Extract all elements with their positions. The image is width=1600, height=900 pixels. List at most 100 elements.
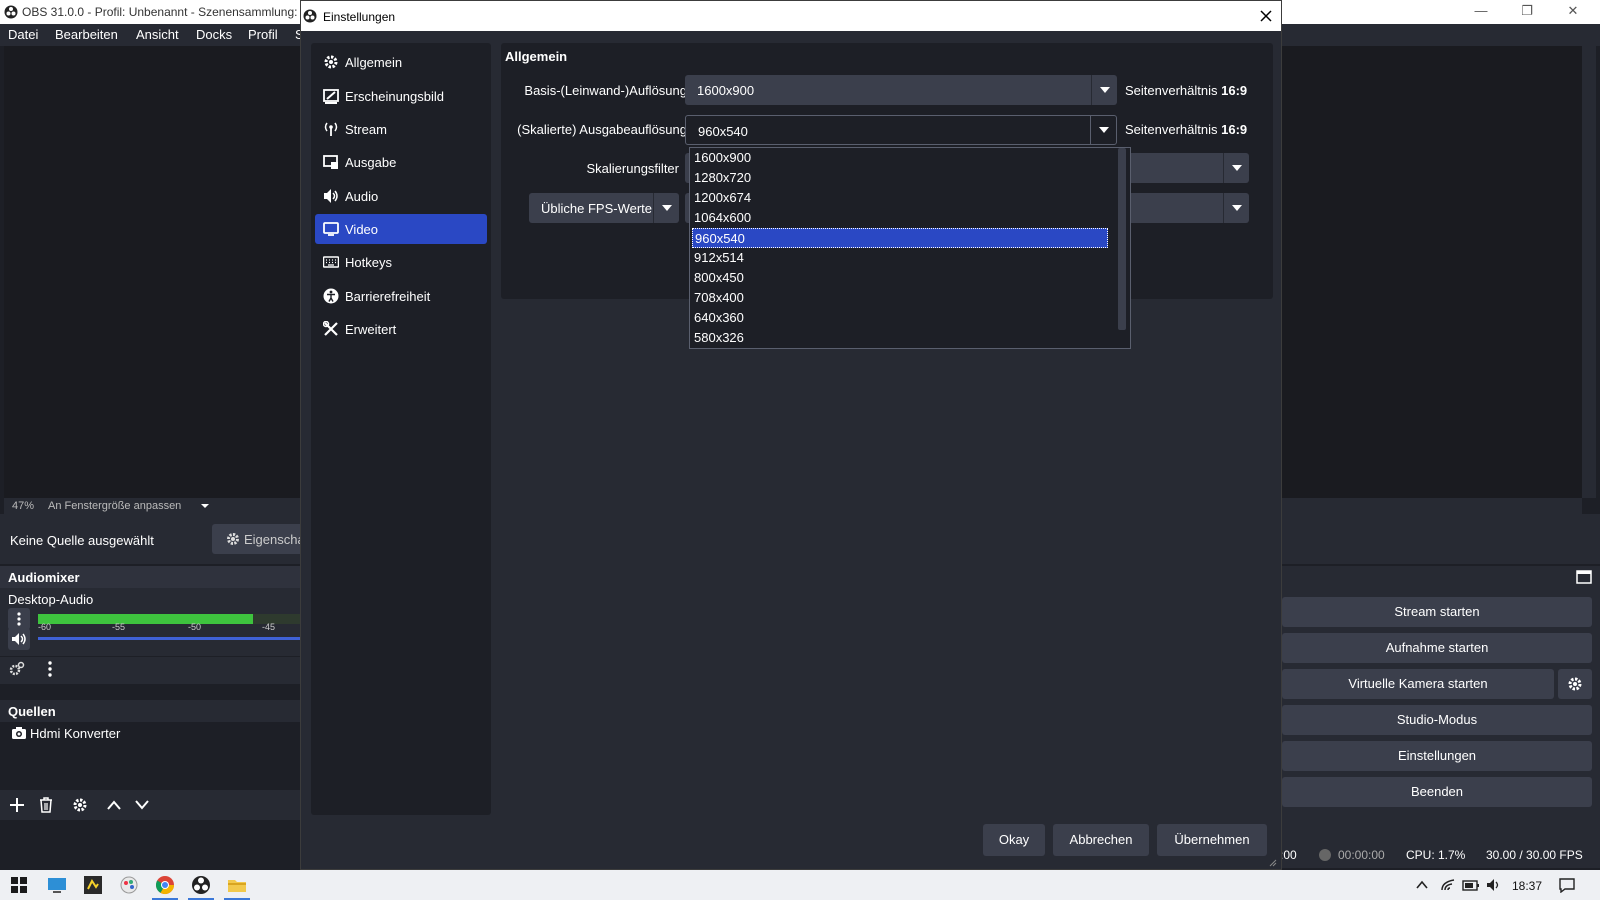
preview-canvas[interactable]: [4, 46, 300, 498]
menu-bearbeiten[interactable]: Bearbeiten: [55, 27, 118, 42]
preview-scrollbar[interactable]: [1582, 46, 1596, 498]
paint-icon[interactable]: [118, 874, 140, 896]
dropdown-option[interactable]: 800x450: [692, 268, 1108, 288]
nav-hotkeys[interactable]: Hotkeys: [315, 247, 487, 277]
source-info-bar: Keine Quelle ausgewählt Eigenscha: [0, 514, 312, 564]
source-info-bar-right: [1280, 514, 1600, 564]
apply-button[interactable]: Übernehmen: [1157, 824, 1267, 856]
properties-button[interactable]: Eigenscha: [212, 524, 312, 554]
windows-start-icon[interactable]: [8, 874, 30, 896]
zoom-percent: 47%: [12, 500, 35, 512]
chevron-down-icon[interactable]: [134, 799, 150, 811]
nav-label: Ausgabe: [345, 155, 397, 170]
add-icon[interactable]: [9, 797, 25, 813]
undock-icon[interactable]: [1576, 570, 1592, 584]
nav-video[interactable]: Video: [315, 214, 487, 244]
cancel-button[interactable]: Abbrechen: [1053, 824, 1149, 856]
settings-button[interactable]: Einstellungen: [1282, 741, 1592, 771]
zoom-mode[interactable]: An Fenstergröße anpassen: [48, 500, 181, 512]
dropdown-option[interactable]: 1064x600: [692, 208, 1108, 228]
ok-button[interactable]: Okay: [983, 824, 1045, 856]
restore-button[interactable]: ❐: [1504, 0, 1550, 24]
sources-dock: Quellen Hdmi Konverter: [0, 700, 300, 840]
nav-ausgabe[interactable]: Ausgabe: [315, 147, 487, 177]
scrollbar-thumb[interactable]: [1118, 148, 1126, 330]
menu-ansicht[interactable]: Ansicht: [136, 27, 179, 42]
studio-mode-button[interactable]: Studio-Modus: [1282, 705, 1592, 735]
dropdown-option[interactable]: 580x326: [692, 328, 1108, 348]
record-start-button[interactable]: Aufnahme starten: [1282, 633, 1592, 663]
settings-nav: Allgemein Erscheinungsbild Stream Ausgab…: [311, 43, 491, 815]
dropdown-option[interactable]: 1280x720: [692, 168, 1108, 188]
dropdown-scrollbar[interactable]: [1114, 148, 1130, 348]
sources-toolbar: [0, 790, 300, 820]
fps-type-combo[interactable]: Übliche FPS-Werte: [529, 193, 679, 223]
chevron-down-icon[interactable]: [200, 502, 210, 510]
resize-grip-icon[interactable]: [1267, 857, 1277, 867]
wifi-icon[interactable]: [1440, 878, 1456, 892]
chevron-down-icon: [1232, 205, 1242, 211]
desktop-icon[interactable]: [46, 874, 68, 896]
monitor-icon: [323, 222, 339, 236]
nav-label: Allgemein: [345, 55, 403, 70]
dropdown-option[interactable]: 912x514: [692, 248, 1108, 268]
dropdown-option-selected[interactable]: 960x540: [692, 228, 1108, 248]
obs-icon[interactable]: [190, 874, 212, 896]
nav-label: Barrierefreiheit: [345, 289, 431, 304]
advanced-audio-gear-icon[interactable]: [8, 661, 26, 677]
nav-stream[interactable]: Stream: [315, 114, 487, 144]
resolution-dropdown-list: 1600x900 1280x720 1200x674 1064x600 960x…: [689, 147, 1131, 349]
output-resolution-combo[interactable]: 960x540: [685, 115, 1117, 145]
menu-docks[interactable]: Docks: [196, 27, 232, 42]
dropdown-option[interactable]: 1200x674: [692, 188, 1108, 208]
output-resolution-value: 960x540: [698, 124, 748, 139]
obs-logo-icon: [303, 9, 317, 23]
chevron-up-icon[interactable]: [1416, 880, 1428, 890]
aspect-value: 16:9: [1221, 122, 1248, 137]
dropdown-option[interactable]: 1600x900: [692, 148, 1108, 168]
volume-icon[interactable]: [1486, 878, 1502, 892]
stream-start-button[interactable]: Stream starten: [1282, 597, 1592, 627]
file-explorer-icon[interactable]: [226, 874, 248, 896]
dropdown-option[interactable]: 640x360: [692, 308, 1108, 328]
source-item[interactable]: Hdmi Konverter: [10, 724, 290, 744]
dialog-titlebar: Einstellungen: [301, 1, 1281, 31]
chevron-down-icon: [662, 205, 672, 211]
chevron-down-icon: [1100, 87, 1110, 93]
gear-icon[interactable]: [72, 797, 88, 813]
audio-menu-button[interactable]: [8, 608, 30, 630]
meter-tick: -45: [262, 622, 276, 632]
virtual-camera-settings-button[interactable]: [1558, 669, 1592, 699]
notification-icon[interactable]: [1558, 877, 1576, 893]
dropdown-option[interactable]: 708x400: [692, 288, 1108, 308]
exit-button[interactable]: Beenden: [1282, 777, 1592, 807]
minimize-button[interactable]: —: [1458, 0, 1504, 24]
close-window-button[interactable]: ✕: [1550, 0, 1596, 24]
nav-barrierefreiheit[interactable]: Barrierefreiheit: [315, 281, 487, 311]
base-resolution-combo[interactable]: 1600x900: [685, 75, 1117, 105]
clock[interactable]: 18:37: [1512, 879, 1542, 893]
volume-slider[interactable]: [38, 637, 300, 640]
fps-type-value: Übliche FPS-Werte: [541, 201, 653, 216]
chrome-icon[interactable]: [154, 874, 176, 896]
nav-allgemein[interactable]: Allgemein: [315, 47, 487, 77]
menu-datei[interactable]: Datei: [8, 27, 38, 42]
preview-canvas-right[interactable]: [1280, 46, 1582, 498]
mute-button[interactable]: [8, 628, 30, 650]
nav-audio[interactable]: Audio: [315, 181, 487, 211]
chevron-up-icon[interactable]: [106, 799, 122, 811]
nav-label: Erscheinungsbild: [345, 89, 445, 104]
battery-icon[interactable]: [1462, 878, 1480, 892]
menu-profil[interactable]: Profil: [248, 27, 278, 42]
dropdown-arrow: [653, 193, 679, 223]
speaker-icon: [324, 189, 338, 203]
properties-label: Eigenscha: [244, 532, 305, 547]
nav-erscheinungsbild[interactable]: Erscheinungsbild: [315, 81, 487, 111]
media-icon[interactable]: [82, 874, 104, 896]
nav-erweitert[interactable]: Erweitert: [315, 314, 487, 344]
virtual-camera-button[interactable]: Virtuelle Kamera starten: [1282, 669, 1554, 699]
record-dot-icon: [1319, 849, 1331, 861]
close-icon[interactable]: [1259, 9, 1273, 23]
kebab-icon[interactable]: [48, 661, 52, 677]
trash-icon[interactable]: [38, 797, 54, 813]
